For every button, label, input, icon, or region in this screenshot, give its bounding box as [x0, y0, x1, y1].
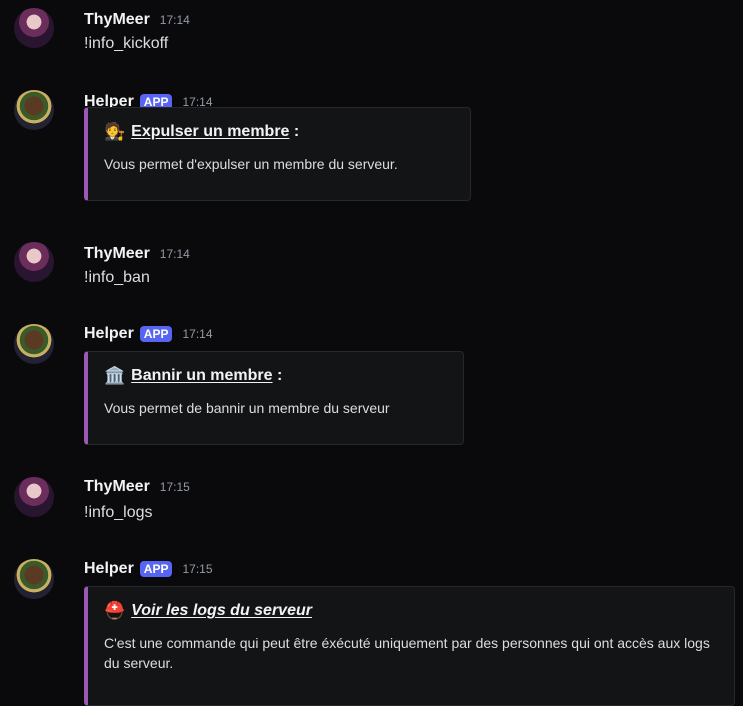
timestamp: 17:15: [182, 562, 213, 576]
timestamp: 17:14: [159, 13, 190, 27]
author-name[interactable]: ThyMeer: [84, 478, 150, 496]
author-name[interactable]: ThyMeer: [84, 11, 150, 29]
avatar[interactable]: [14, 242, 54, 282]
timestamp: 17:14: [159, 247, 190, 261]
embed-description: Vous permet d'expulser un membre du serv…: [104, 156, 398, 172]
embed: ⛑️ Voir les logs du serveur C'est une com…: [84, 586, 735, 706]
embed-title-suffix: :: [272, 367, 283, 384]
author-name[interactable]: Helper: [84, 325, 134, 343]
embed-description: Vous permet de bannir un membre du serve…: [104, 400, 390, 416]
message-content: !info_ban: [84, 269, 150, 286]
app-badge: APP: [139, 326, 173, 342]
message-content: !info_kickoff: [84, 35, 169, 52]
author-name[interactable]: Helper: [84, 560, 134, 578]
embed-title: Expulser un membre: [131, 123, 290, 140]
avatar[interactable]: [14, 324, 54, 364]
app-badge: APP: [139, 561, 173, 577]
avatar[interactable]: [14, 90, 54, 130]
embed-description: C'est une commande qui peut être éxécuté…: [104, 635, 710, 671]
author-name[interactable]: ThyMeer: [84, 245, 150, 263]
avatar[interactable]: [14, 477, 54, 517]
classical-building-emoji-icon: 🏛️: [104, 366, 126, 385]
avatar[interactable]: [14, 559, 54, 599]
timestamp: 17:15: [159, 480, 190, 494]
embed: 🧑‍⚖️ Expulser un membre : Vous permet d'e…: [84, 107, 471, 201]
judge-emoji-icon: 🧑‍⚖️: [104, 122, 126, 141]
embed-title: Voir les logs du serveur: [131, 602, 312, 619]
message-content: !info_logs: [84, 504, 153, 521]
avatar[interactable]: [14, 8, 54, 48]
timestamp: 17:14: [182, 327, 213, 341]
embed: 🏛️ Bannir un membre : Vous permet de bann…: [84, 351, 464, 445]
rescue-helmet-emoji-icon: ⛑️: [104, 601, 126, 620]
embed-title-suffix: :: [289, 123, 300, 140]
embed-title: Bannir un membre: [131, 367, 273, 384]
